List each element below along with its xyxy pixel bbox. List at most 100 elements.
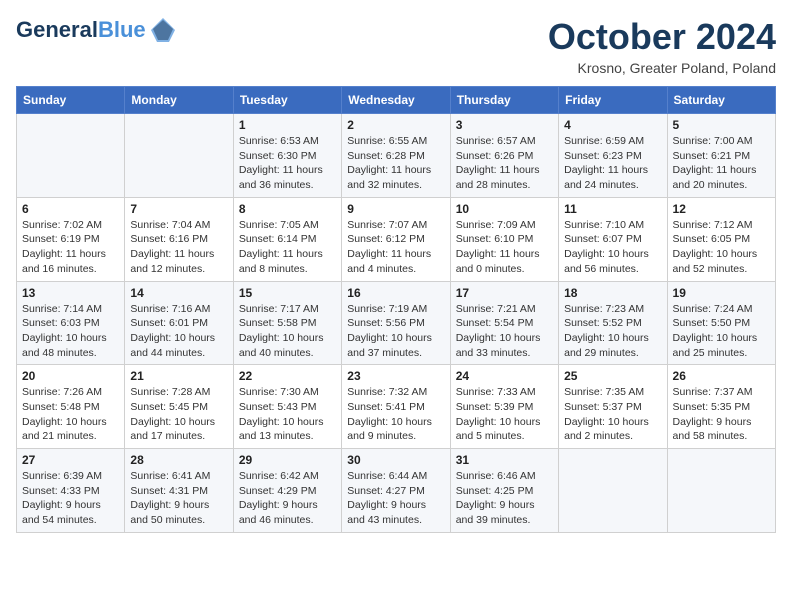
day-number: 19 [673, 286, 770, 300]
day-number: 23 [347, 369, 444, 383]
day-detail: Sunrise: 7:09 AM Sunset: 6:10 PM Dayligh… [456, 218, 553, 277]
weekday-header: Friday [559, 87, 667, 114]
day-number: 29 [239, 453, 336, 467]
day-number: 25 [564, 369, 661, 383]
calendar-cell: 4Sunrise: 6:59 AM Sunset: 6:23 PM Daylig… [559, 114, 667, 198]
day-detail: Sunrise: 7:35 AM Sunset: 5:37 PM Dayligh… [564, 385, 661, 444]
day-number: 15 [239, 286, 336, 300]
day-number: 14 [130, 286, 227, 300]
calendar-cell: 27Sunrise: 6:39 AM Sunset: 4:33 PM Dayli… [17, 449, 125, 533]
day-number: 21 [130, 369, 227, 383]
location: Krosno, Greater Poland, Poland [548, 60, 776, 76]
day-detail: Sunrise: 7:04 AM Sunset: 6:16 PM Dayligh… [130, 218, 227, 277]
day-detail: Sunrise: 7:10 AM Sunset: 6:07 PM Dayligh… [564, 218, 661, 277]
day-detail: Sunrise: 7:33 AM Sunset: 5:39 PM Dayligh… [456, 385, 553, 444]
calendar-cell: 14 Sunrise: 7:16 AM Sunset: 6:01 PM Dayli… [125, 281, 233, 365]
calendar-cell: 21 Sunrise: 7:28 AM Sunset: 5:45 PM Dayli… [125, 365, 233, 449]
day-number: 12 [673, 202, 770, 216]
day-detail: Sunrise: 7:37 AM Sunset: 5:35 PM Dayligh… [673, 385, 770, 444]
day-detail: Sunrise: 7:00 AM Sunset: 6:21 PM Dayligh… [673, 134, 770, 193]
day-number: 5 [673, 118, 770, 132]
calendar-header: SundayMondayTuesdayWednesdayThursdayFrid… [17, 87, 776, 114]
day-number: 13 [22, 286, 119, 300]
calendar-table: SundayMondayTuesdayWednesdayThursdayFrid… [16, 86, 776, 533]
calendar-cell: 16 Sunrise: 7:19 AM Sunset: 5:56 PM Dayli… [342, 281, 450, 365]
weekday-header: Thursday [450, 87, 558, 114]
calendar-cell: 20 Sunrise: 7:26 AM Sunset: 5:48 PM Dayli… [17, 365, 125, 449]
calendar-body: 1Sunrise: 6:53 AM Sunset: 6:30 PM Daylig… [17, 114, 776, 533]
header-row: SundayMondayTuesdayWednesdayThursdayFrid… [17, 87, 776, 114]
weekday-header: Monday [125, 87, 233, 114]
calendar-cell [17, 114, 125, 198]
calendar-cell: 25 Sunrise: 7:35 AM Sunset: 5:37 PM Dayli… [559, 365, 667, 449]
day-detail: Sunrise: 7:21 AM Sunset: 5:54 PM Dayligh… [456, 302, 553, 361]
weekday-header: Tuesday [233, 87, 341, 114]
day-detail: Sunrise: 6:46 AM Sunset: 4:25 PM Dayligh… [456, 469, 553, 528]
day-detail: Sunrise: 6:44 AM Sunset: 4:27 PM Dayligh… [347, 469, 444, 528]
day-detail: Sunrise: 7:12 AM Sunset: 6:05 PM Dayligh… [673, 218, 770, 277]
day-number: 22 [239, 369, 336, 383]
calendar-cell: 6Sunrise: 7:02 AM Sunset: 6:19 PM Daylig… [17, 197, 125, 281]
day-number: 3 [456, 118, 553, 132]
calendar-week-row: 1Sunrise: 6:53 AM Sunset: 6:30 PM Daylig… [17, 114, 776, 198]
day-number: 27 [22, 453, 119, 467]
calendar-cell: 7Sunrise: 7:04 AM Sunset: 6:16 PM Daylig… [125, 197, 233, 281]
calendar-cell: 28 Sunrise: 6:41 AM Sunset: 4:31 PM Dayli… [125, 449, 233, 533]
logo-text: GeneralBlue [16, 18, 146, 42]
logo: GeneralBlue [16, 16, 177, 44]
day-detail: Sunrise: 7:24 AM Sunset: 5:50 PM Dayligh… [673, 302, 770, 361]
day-detail: Sunrise: 7:23 AM Sunset: 5:52 PM Dayligh… [564, 302, 661, 361]
calendar-cell: 17 Sunrise: 7:21 AM Sunset: 5:54 PM Dayli… [450, 281, 558, 365]
weekday-header: Wednesday [342, 87, 450, 114]
day-number: 28 [130, 453, 227, 467]
day-number: 17 [456, 286, 553, 300]
calendar-cell: 19 Sunrise: 7:24 AM Sunset: 5:50 PM Dayli… [667, 281, 775, 365]
day-number: 18 [564, 286, 661, 300]
calendar-cell: 22 Sunrise: 7:30 AM Sunset: 5:43 PM Dayli… [233, 365, 341, 449]
calendar-cell [667, 449, 775, 533]
calendar-week-row: 6Sunrise: 7:02 AM Sunset: 6:19 PM Daylig… [17, 197, 776, 281]
calendar-cell: 9Sunrise: 7:07 AM Sunset: 6:12 PM Daylig… [342, 197, 450, 281]
calendar-cell: 11 Sunrise: 7:10 AM Sunset: 6:07 PM Dayli… [559, 197, 667, 281]
logo-icon [149, 16, 177, 44]
title-block: October 2024 Krosno, Greater Poland, Pol… [548, 16, 776, 76]
calendar-cell: 5 Sunrise: 7:00 AM Sunset: 6:21 PM Daylig… [667, 114, 775, 198]
day-detail: Sunrise: 6:42 AM Sunset: 4:29 PM Dayligh… [239, 469, 336, 528]
weekday-header: Saturday [667, 87, 775, 114]
calendar-cell: 30Sunrise: 6:44 AM Sunset: 4:27 PM Dayli… [342, 449, 450, 533]
day-number: 16 [347, 286, 444, 300]
calendar-cell: 8 Sunrise: 7:05 AM Sunset: 6:14 PM Daylig… [233, 197, 341, 281]
weekday-header: Sunday [17, 87, 125, 114]
calendar-cell: 2 Sunrise: 6:55 AM Sunset: 6:28 PM Daylig… [342, 114, 450, 198]
calendar-cell: 1Sunrise: 6:53 AM Sunset: 6:30 PM Daylig… [233, 114, 341, 198]
day-number: 2 [347, 118, 444, 132]
day-detail: Sunrise: 7:32 AM Sunset: 5:41 PM Dayligh… [347, 385, 444, 444]
calendar-cell: 18 Sunrise: 7:23 AM Sunset: 5:52 PM Dayli… [559, 281, 667, 365]
day-detail: Sunrise: 6:41 AM Sunset: 4:31 PM Dayligh… [130, 469, 227, 528]
day-number: 11 [564, 202, 661, 216]
day-number: 8 [239, 202, 336, 216]
month-title: October 2024 [548, 16, 776, 58]
day-detail: Sunrise: 7:28 AM Sunset: 5:45 PM Dayligh… [130, 385, 227, 444]
day-detail: Sunrise: 7:16 AM Sunset: 6:01 PM Dayligh… [130, 302, 227, 361]
day-number: 4 [564, 118, 661, 132]
calendar-week-row: 13Sunrise: 7:14 AM Sunset: 6:03 PM Dayli… [17, 281, 776, 365]
calendar-cell [125, 114, 233, 198]
calendar-cell [559, 449, 667, 533]
calendar-cell: 13Sunrise: 7:14 AM Sunset: 6:03 PM Dayli… [17, 281, 125, 365]
day-detail: Sunrise: 7:30 AM Sunset: 5:43 PM Dayligh… [239, 385, 336, 444]
day-detail: Sunrise: 7:19 AM Sunset: 5:56 PM Dayligh… [347, 302, 444, 361]
page-header: GeneralBlue October 2024 Krosno, Greater… [16, 16, 776, 76]
day-number: 20 [22, 369, 119, 383]
day-number: 10 [456, 202, 553, 216]
day-detail: Sunrise: 7:02 AM Sunset: 6:19 PM Dayligh… [22, 218, 119, 277]
calendar-cell: 24Sunrise: 7:33 AM Sunset: 5:39 PM Dayli… [450, 365, 558, 449]
day-number: 26 [673, 369, 770, 383]
calendar-cell: 29 Sunrise: 6:42 AM Sunset: 4:29 PM Dayli… [233, 449, 341, 533]
calendar-cell: 15Sunrise: 7:17 AM Sunset: 5:58 PM Dayli… [233, 281, 341, 365]
calendar-cell: 12 Sunrise: 7:12 AM Sunset: 6:05 PM Dayli… [667, 197, 775, 281]
day-detail: Sunrise: 7:05 AM Sunset: 6:14 PM Dayligh… [239, 218, 336, 277]
day-number: 9 [347, 202, 444, 216]
day-detail: Sunrise: 6:55 AM Sunset: 6:28 PM Dayligh… [347, 134, 444, 193]
day-detail: Sunrise: 7:26 AM Sunset: 5:48 PM Dayligh… [22, 385, 119, 444]
